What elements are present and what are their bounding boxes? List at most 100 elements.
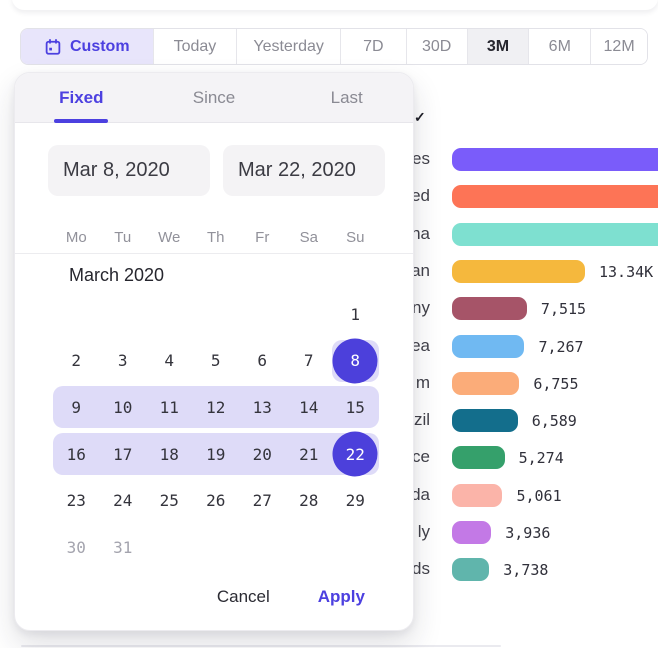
range-button-3m[interactable]: 3M [468, 29, 530, 64]
day-number: 13 [253, 398, 272, 417]
weekday-label: Th [193, 225, 240, 251]
day-number: 10 [113, 398, 132, 417]
empty-cell [239, 291, 286, 338]
day-number: 22 [346, 445, 365, 464]
day-number: 31 [113, 538, 132, 557]
day-11[interactable]: 11 [146, 384, 193, 431]
chart-bar [452, 558, 489, 581]
day-2[interactable]: 2 [53, 338, 100, 385]
day-6[interactable]: 6 [239, 338, 286, 385]
day-number: 17 [113, 445, 132, 464]
day-number: 6 [257, 351, 267, 370]
range-button-yesterday[interactable]: Yesterday [237, 29, 341, 64]
day-14[interactable]: 14 [286, 384, 333, 431]
chart-row-label: ds [412, 559, 430, 579]
tab-last[interactable]: Last [280, 73, 413, 122]
cancel-button[interactable]: Cancel [215, 583, 272, 611]
empty-cell [146, 524, 193, 571]
tab-since[interactable]: Since [148, 73, 281, 122]
day-number: 27 [253, 491, 272, 510]
month-title: March 2020 [69, 265, 164, 286]
chart-bar [452, 409, 518, 432]
day-15[interactable]: 15 [332, 384, 379, 431]
chart-row-label: ly [418, 522, 430, 542]
end-date-input[interactable]: Mar 22, 2020 [223, 145, 385, 196]
day-7[interactable]: 7 [286, 338, 333, 385]
day-17[interactable]: 17 [100, 431, 147, 478]
range-button-7d[interactable]: 7D [341, 29, 407, 64]
day-number: 5 [211, 351, 221, 370]
weekday-label: Tu [100, 225, 147, 251]
day-24[interactable]: 24 [100, 477, 147, 524]
range-button-30d[interactable]: 30D [407, 29, 468, 64]
day-12[interactable]: 12 [193, 384, 240, 431]
range-button-label: Custom [70, 38, 130, 56]
chart-bar-value: 3,936 [505, 524, 550, 542]
range-button-label: Yesterday [253, 38, 324, 56]
day-25[interactable]: 25 [146, 477, 193, 524]
empty-cell [286, 524, 333, 571]
day-1[interactable]: 1 [332, 291, 379, 338]
day-number: 30 [67, 538, 86, 557]
chart-bar-value: 6,755 [533, 375, 578, 393]
day-number: 4 [164, 351, 174, 370]
apply-button[interactable]: Apply [316, 583, 367, 611]
checkmark-icon: ✓ [414, 109, 426, 126]
day-13[interactable]: 13 [239, 384, 286, 431]
chart-bar [452, 372, 519, 395]
calendar-icon [44, 38, 62, 56]
day-19[interactable]: 19 [193, 431, 240, 478]
day-9[interactable]: 9 [53, 384, 100, 431]
chart-bar [452, 185, 658, 208]
day-16[interactable]: 16 [53, 431, 100, 478]
day-number: 1 [350, 305, 360, 324]
day-28[interactable]: 28 [286, 477, 333, 524]
day-4[interactable]: 4 [146, 338, 193, 385]
chart-row-label: m [416, 373, 430, 393]
chart-row-label: ce [412, 447, 430, 467]
chart-bar [452, 260, 585, 283]
chart-bar-value: 6,589 [532, 412, 577, 430]
day-number: 12 [206, 398, 225, 417]
chart-bar [452, 335, 524, 358]
day-29[interactable]: 29 [332, 477, 379, 524]
range-button-12m[interactable]: 12M [591, 29, 647, 64]
day-3[interactable]: 3 [100, 338, 147, 385]
day-number: 15 [346, 398, 365, 417]
range-button-label: 7D [363, 38, 383, 56]
range-button-custom[interactable]: Custom [21, 29, 154, 64]
range-button-today[interactable]: Today [154, 29, 238, 64]
day-22[interactable]: 22 [332, 431, 379, 478]
day-5[interactable]: 5 [193, 338, 240, 385]
day-number: 3 [118, 351, 128, 370]
day-27[interactable]: 27 [239, 477, 286, 524]
day-number: 18 [160, 445, 179, 464]
day-number: 8 [350, 351, 360, 370]
day-number: 20 [253, 445, 272, 464]
day-23[interactable]: 23 [53, 477, 100, 524]
chart-bar-value: 7,515 [541, 300, 586, 318]
day-number: 25 [160, 491, 179, 510]
day-26[interactable]: 26 [193, 477, 240, 524]
range-button-6m[interactable]: 6M [529, 29, 591, 64]
calendar-grid: 1234567891011121314151617181920212223242… [53, 291, 379, 571]
day-18[interactable]: 18 [146, 431, 193, 478]
calendar-week-row: 9 10 11 12 13 14 15 [53, 384, 379, 431]
start-date-input[interactable]: Mar 8, 2020 [48, 145, 210, 196]
day-20[interactable]: 20 [239, 431, 286, 478]
day-8[interactable]: 8 [332, 338, 379, 385]
range-button-label: 30D [422, 38, 451, 56]
chart-bar-value: 13.34K [599, 263, 653, 281]
datepicker-popup: FixedSinceLast Mar 8, 2020 Mar 22, 2020 … [14, 72, 414, 631]
empty-cell [193, 524, 240, 571]
chart-row-label: es [412, 149, 430, 169]
active-tab-underline [54, 119, 108, 123]
empty-cell [146, 291, 193, 338]
day-number: 28 [299, 491, 318, 510]
day-10[interactable]: 10 [100, 384, 147, 431]
chart-bar-value: 5,274 [519, 449, 564, 467]
day-31: 31 [100, 524, 147, 571]
tab-fixed[interactable]: Fixed [15, 73, 148, 122]
day-21[interactable]: 21 [286, 431, 333, 478]
calendar-week-row: 1 [53, 291, 379, 338]
